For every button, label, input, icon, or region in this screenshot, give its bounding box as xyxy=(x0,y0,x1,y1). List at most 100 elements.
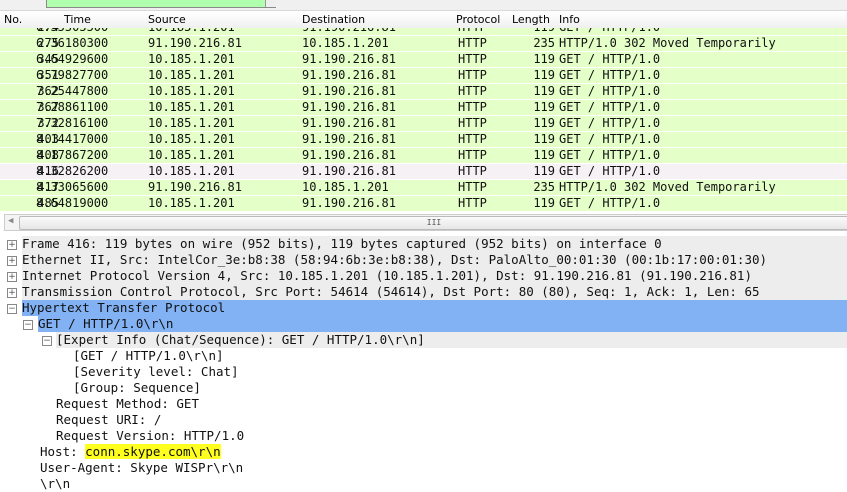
column-source[interactable]: Source xyxy=(148,13,186,26)
cell-len: 119 xyxy=(533,84,555,98)
cell-dst: 91.190.216.81 xyxy=(302,68,396,82)
packet-list[interactable]: 2746.3550550010.185.1.20191.190.216.81HT… xyxy=(0,28,847,212)
tree-user-agent[interactable]: User-Agent: Skype WISPr\r\n xyxy=(40,460,243,476)
cell-len: 119 xyxy=(533,164,555,178)
cell-src: 10.185.1.201 xyxy=(148,116,235,130)
horizontal-scrollbar[interactable]: ◀ III xyxy=(4,214,847,231)
expand-icon[interactable]: + xyxy=(7,272,17,282)
column-destination[interactable]: Destination xyxy=(302,13,365,26)
collapse-icon[interactable]: − xyxy=(42,336,52,346)
cell-time: 7.28861100 xyxy=(36,100,109,114)
tree-tcp[interactable]: Transmission Control Protocol, Src Port:… xyxy=(22,284,847,300)
expand-icon[interactable]: + xyxy=(7,288,17,298)
packet-row[interactable]: 362 7.25447800 10.185.1.201 91.190.216.81 HT… xyxy=(0,84,847,100)
cell-time: 6.64929600 xyxy=(36,52,109,66)
filter-toolbar xyxy=(0,0,847,11)
cell-proto: HTTP xyxy=(458,148,487,162)
expand-icon[interactable]: + xyxy=(7,240,17,250)
cell-src: 10.185.1.201 xyxy=(148,132,235,146)
tree-host[interactable]: Host: conn.skype.com\r\n xyxy=(40,444,221,460)
cell-src: 10.185.1.201 xyxy=(148,164,235,178)
packet-row[interactable]: 351 6.79827700 10.185.1.201 91.190.216.81 HT… xyxy=(0,68,847,84)
tree-get-line[interactable]: GET / HTTP/1.0\r\n xyxy=(38,316,847,332)
column-no[interactable]: No. xyxy=(4,13,22,26)
cell-proto: HTTP xyxy=(458,52,487,66)
cell-info: GET / HTTP/1.0 xyxy=(559,52,661,66)
cell-info: GET / HTTP/1.0 xyxy=(559,132,661,146)
cell-dst: 91.190.216.81 xyxy=(302,116,396,130)
tree-severity[interactable]: [Severity level: Chat] xyxy=(73,364,239,380)
tree-method[interactable]: Request Method: GET xyxy=(56,396,199,412)
cell-proto: HTTP xyxy=(458,180,487,194)
cell-info: HTTP/1.0 302 Moved Temporarily xyxy=(559,36,776,50)
cell-len: 119 xyxy=(533,68,555,82)
cell-proto: HTTP xyxy=(458,116,487,130)
cell-dst: 91.190.216.81 xyxy=(302,164,396,178)
packet-row[interactable]: 372 7.32816100 10.185.1.201 91.190.216.81 HT… xyxy=(0,116,847,132)
packet-row[interactable]: 403 8.14417000 10.185.1.201 91.190.216.81 HT… xyxy=(0,132,847,148)
cell-info: GET / HTTP/1.0 xyxy=(559,196,661,210)
cell-time: 6.35505500 xyxy=(36,28,108,35)
packet-row[interactable]: 408 8.17867200 10.185.1.201 91.190.216.81 HT… xyxy=(0,148,847,164)
cell-len: 235 xyxy=(533,36,555,50)
packet-row[interactable]: 416 8.32826200 10.185.1.201 91.190.216.81 HT… xyxy=(0,164,847,180)
tree-uri[interactable]: Request URI: / xyxy=(56,412,161,428)
packet-row[interactable]: 367 7.28861100 10.185.1.201 91.190.216.81 HT… xyxy=(0,100,847,116)
scroll-left-icon[interactable]: ◀ xyxy=(8,216,13,226)
cell-time: 7.25447800 xyxy=(36,84,109,98)
cell-src: 91.190.216.81 xyxy=(148,36,242,50)
expand-icon[interactable]: + xyxy=(7,256,17,266)
display-filter-input[interactable] xyxy=(46,0,276,8)
cell-proto: HTTP xyxy=(458,100,487,114)
cell-len: 119 xyxy=(533,116,555,130)
cell-src: 10.185.1.201 xyxy=(148,28,235,35)
cell-proto: HTTP xyxy=(458,36,487,50)
cell-src: 10.185.1.201 xyxy=(148,52,235,66)
cell-time: 6.36180300 xyxy=(36,36,109,50)
column-length[interactable]: Length xyxy=(512,13,550,26)
column-protocol[interactable]: Protocol xyxy=(456,13,500,26)
cell-dst: 91.190.216.81 xyxy=(302,84,396,98)
packet-row[interactable]: 417 8.33065600 91.190.216.81 10.185.1.201 HT… xyxy=(0,180,847,196)
cell-dst: 10.185.1.201 xyxy=(302,180,389,194)
cell-dst: 91.190.216.81 xyxy=(302,148,396,162)
collapse-icon[interactable]: − xyxy=(7,304,17,314)
cell-time: 8.32826200 xyxy=(36,164,109,178)
cell-time: 8.14417000 xyxy=(36,132,109,146)
collapse-icon[interactable]: − xyxy=(23,320,33,330)
cell-info: GET / HTTP/1.0 xyxy=(559,100,661,114)
cell-len: 119 xyxy=(533,196,555,210)
cell-proto: HTTP xyxy=(458,132,487,146)
packet-row[interactable]: 275 6.36180300 91.190.216.81 10.185.1.201 HT… xyxy=(0,36,847,52)
cell-info: HTTP/1.0 302 Moved Temporarily xyxy=(559,180,776,194)
column-time[interactable]: Time xyxy=(64,13,91,26)
cell-info: GET / HTTP/1.0 xyxy=(559,164,661,178)
cell-info: GET / HTTP/1.0 xyxy=(559,28,660,35)
tree-expert-info[interactable]: [Expert Info (Chat/Sequence): GET / HTTP… xyxy=(56,332,847,348)
cell-info: GET / HTTP/1.0 xyxy=(559,116,661,130)
packet-row[interactable]: 345 6.64929600 10.185.1.201 91.190.216.81 HT… xyxy=(0,52,847,68)
cell-dst: 91.190.216.81 xyxy=(302,28,396,35)
cell-dst: 91.190.216.81 xyxy=(302,52,396,66)
cell-info: GET / HTTP/1.0 xyxy=(559,148,661,162)
cell-src: 10.185.1.201 xyxy=(148,84,235,98)
scrollbar-thumb[interactable]: III xyxy=(19,216,847,230)
packet-row[interactable]: 2746.3550550010.185.1.20191.190.216.81HT… xyxy=(0,28,847,36)
tree-expert-msg[interactable]: [GET / HTTP/1.0\r\n] xyxy=(73,348,224,364)
cell-len: 119 xyxy=(533,148,555,162)
cell-proto: HTTP xyxy=(458,68,487,82)
column-info[interactable]: Info xyxy=(559,13,580,26)
packet-row[interactable]: 485 8.64819000 10.185.1.201 91.190.216.81 HT… xyxy=(0,196,847,212)
tree-version[interactable]: Request Version: HTTP/1.0 xyxy=(56,428,244,444)
tree-frame[interactable]: Frame 416: 119 bytes on wire (952 bits),… xyxy=(22,236,847,252)
cell-proto: HTTP xyxy=(458,84,487,98)
tree-http[interactable]: Hypertext Transfer Protocol xyxy=(22,300,847,316)
cell-src: 10.185.1.201 xyxy=(148,68,235,82)
cell-len: 119 xyxy=(533,28,555,35)
tree-crlf[interactable]: \r\n xyxy=(40,476,70,492)
cell-dst: 91.190.216.81 xyxy=(302,100,396,114)
tree-ip[interactable]: Internet Protocol Version 4, Src: 10.185… xyxy=(22,268,847,284)
filter-dropdown-button[interactable] xyxy=(265,0,276,7)
tree-group[interactable]: [Group: Sequence] xyxy=(73,380,201,396)
tree-ethernet[interactable]: Ethernet II, Src: IntelCor_3e:b8:38 (58:… xyxy=(22,252,847,268)
